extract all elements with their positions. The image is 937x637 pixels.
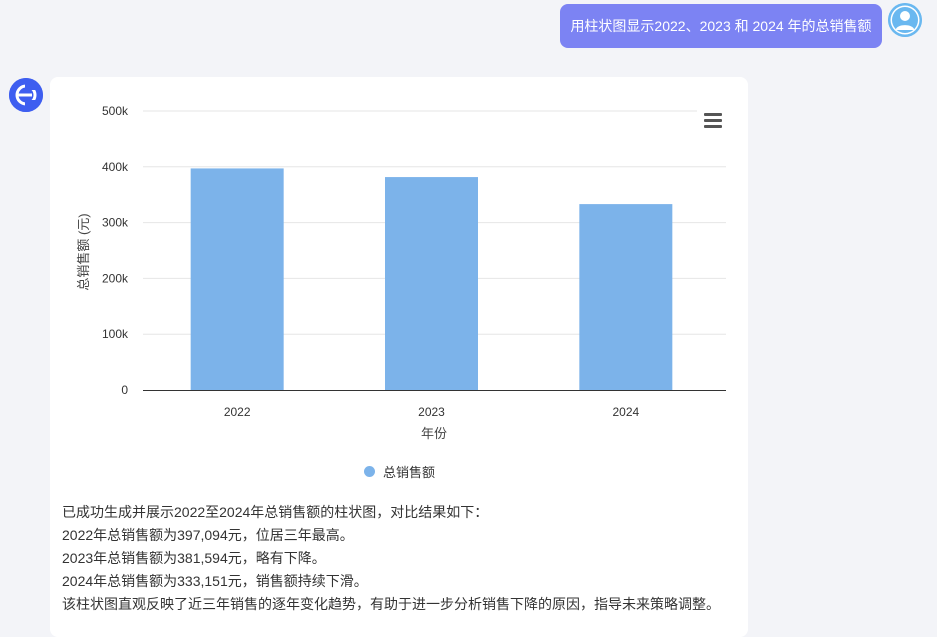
x-tick-label: 2022 [224,405,251,419]
assistant-response-card: 0 100k 200k 300k 400k 500k 2022 2023 2024 年份 总销售… [50,77,748,637]
y-tick-label: 100k [102,327,129,341]
y-axis-title: 总销售额 (元) [76,213,91,290]
bars [190,168,673,390]
x-axis-title: 年份 [421,426,447,441]
response-line: 该柱状图直观反映了近三年销售的逐年变化趋势，有助于进一步分析销售下降的原因，指导… [62,596,720,612]
legend-item[interactable]: 总销售额 [364,462,435,480]
y-tick-label: 400k [102,160,129,174]
user-message-bubble: 用柱状图显示2022、2023 和 2024 年的总销售额 [560,4,882,48]
y-tick-label: 300k [102,216,129,230]
response-line: 2022年总销售额为397,094元，位居三年最高。 [62,527,354,543]
response-line: 已成功生成并展示2022至2024年总销售额的柱状图，对比结果如下： [62,504,489,520]
y-tick-label: 500k [102,104,129,118]
chart-menu-icon[interactable] [704,113,722,129]
response-line: 2024年总销售额为333,151元，销售额持续下滑。 [62,573,368,589]
legend-label: 总销售额 [383,464,436,480]
response-text: 已成功生成并展示2022至2024年总销售额的柱状图，对比结果如下： 2022年… [62,501,742,616]
user-avatar-icon [888,3,922,37]
x-tick-label: 2024 [612,405,639,419]
bar-2022[interactable] [190,168,284,390]
bar-2024[interactable] [579,204,673,390]
y-tick-label: 0 [121,383,128,397]
x-tick-label: 2023 [418,405,445,419]
bar-2023[interactable] [385,177,478,390]
bot-logo-icon [9,78,43,112]
chart-svg: 0 100k 200k 300k 400k 500k 2022 2023 2024 年份 总销售… [76,104,726,441]
legend-dot-icon [364,465,375,477]
y-tick-label: 200k [102,271,129,285]
response-line: 2023年总销售额为381,594元，略有下降。 [62,550,326,566]
bar-chart: 0 100k 200k 300k 400k 500k 2022 2023 2024 年份 总销售… [50,77,748,497]
